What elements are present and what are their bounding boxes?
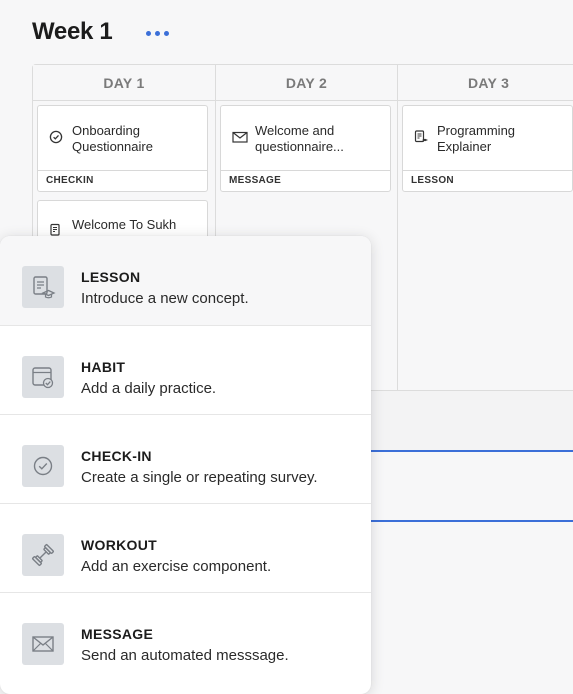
card-title: Onboarding Questionnaire xyxy=(72,123,153,154)
day-header: DAY 3 xyxy=(398,65,573,101)
option-title: CHECK-IN xyxy=(81,448,152,464)
background-panel xyxy=(370,391,573,451)
card-body: Onboarding Questionnaire xyxy=(38,106,207,171)
lesson-icon xyxy=(50,223,60,236)
option-description: Add a daily practice. xyxy=(81,380,217,397)
card-title: Welcome and questionnaire... xyxy=(255,123,344,154)
program-card[interactable]: Welcome and questionnaire... MESSAGE xyxy=(220,105,391,192)
add-content-menu: LESSON Introduce a new concept. HABIT Ad… xyxy=(0,236,371,694)
card-type-tag: CHECKIN xyxy=(38,170,207,191)
option-description: Add an exercise component. xyxy=(81,558,272,575)
mail-icon xyxy=(22,623,64,665)
background-divider xyxy=(370,520,573,522)
more-dot xyxy=(163,30,169,36)
program-card[interactable]: Onboarding Questionnaire CHECKIN xyxy=(37,105,208,192)
background-divider xyxy=(370,450,573,452)
card-title: Programming Explainer xyxy=(437,123,516,154)
option-description: Create a single or repeating survey. xyxy=(81,469,318,486)
card-title: Welcome To Sukh xyxy=(72,217,177,232)
habit-icon xyxy=(22,356,64,398)
more-dot xyxy=(154,30,160,36)
option-title: WORKOUT xyxy=(81,537,157,553)
option-description: Send an automated messsage. xyxy=(81,647,289,664)
checkin-icon xyxy=(49,130,63,144)
menu-option-check-in[interactable]: CHECK-IN Create a single or repeating su… xyxy=(0,414,371,503)
card-body: Programming Explainer xyxy=(403,106,572,171)
option-title: MESSAGE xyxy=(81,626,154,642)
dumbbell-icon xyxy=(22,534,64,576)
day-header: DAY 1 xyxy=(33,65,215,101)
day-column-3: DAY 3 Programming Explainer LESSON xyxy=(397,65,573,390)
more-horizontal-icon xyxy=(145,30,151,36)
day-header: DAY 2 xyxy=(216,65,397,101)
more-options-button[interactable] xyxy=(140,22,174,44)
week-title: Week 1 xyxy=(32,18,113,45)
menu-option-message[interactable]: MESSAGE Send an automated messsage. xyxy=(0,592,371,681)
menu-option-lesson[interactable]: LESSON Introduce a new concept. xyxy=(0,236,371,325)
mail-icon xyxy=(232,131,248,143)
card-type-tag: LESSON xyxy=(403,170,572,191)
lesson-icon xyxy=(22,266,64,308)
option-title: LESSON xyxy=(81,269,141,285)
option-description: Introduce a new concept. xyxy=(81,290,249,307)
menu-option-habit[interactable]: HABIT Add a daily practice. xyxy=(0,325,371,414)
program-card[interactable]: Programming Explainer LESSON xyxy=(402,105,573,192)
card-body: Welcome and questionnaire... xyxy=(221,106,390,171)
checkin-icon xyxy=(22,445,64,487)
lesson-icon xyxy=(414,130,428,143)
option-title: HABIT xyxy=(81,359,126,375)
card-type-tag: MESSAGE xyxy=(221,170,390,191)
menu-option-workout[interactable]: WORKOUT Add an exercise component. xyxy=(0,503,371,592)
